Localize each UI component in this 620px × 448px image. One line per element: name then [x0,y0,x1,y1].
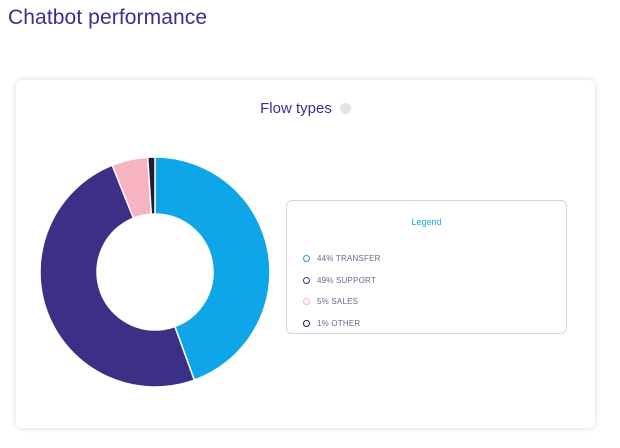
legend-label: 1% OTHER [317,318,361,328]
info-icon[interactable] [339,103,351,114]
donut-chart[interactable] [40,156,270,388]
legend-dot-icon [303,298,310,306]
legend-list: 44% TRANSFER 49% SUPPORT 5% SALES 1% OTH… [303,248,381,334]
legend-label: 5% SALES [317,297,359,307]
flow-types-card: Flow types Legend 44% TRANSFER 49% SUPPO… [16,80,595,428]
card-title: Flow types [260,100,332,117]
legend-item-sales[interactable]: 5% SALES [303,291,381,313]
legend-label: 49% SUPPORT [317,275,376,285]
legend-label: 44% TRANSFER [317,254,381,264]
legend-dot-icon [303,255,310,263]
card-title-row: Flow types [16,100,595,117]
legend-title: Legend [411,217,442,227]
page-title: Chatbot performance [8,6,208,29]
legend: Legend 44% TRANSFER 49% SUPPORT 5% SALES… [286,200,567,334]
legend-item-other[interactable]: 1% OTHER [303,313,381,335]
legend-item-transfer[interactable]: 44% TRANSFER [303,248,381,270]
legend-dot-icon [303,319,310,327]
legend-dot-icon [303,276,310,284]
legend-item-support[interactable]: 49% SUPPORT [303,270,381,292]
